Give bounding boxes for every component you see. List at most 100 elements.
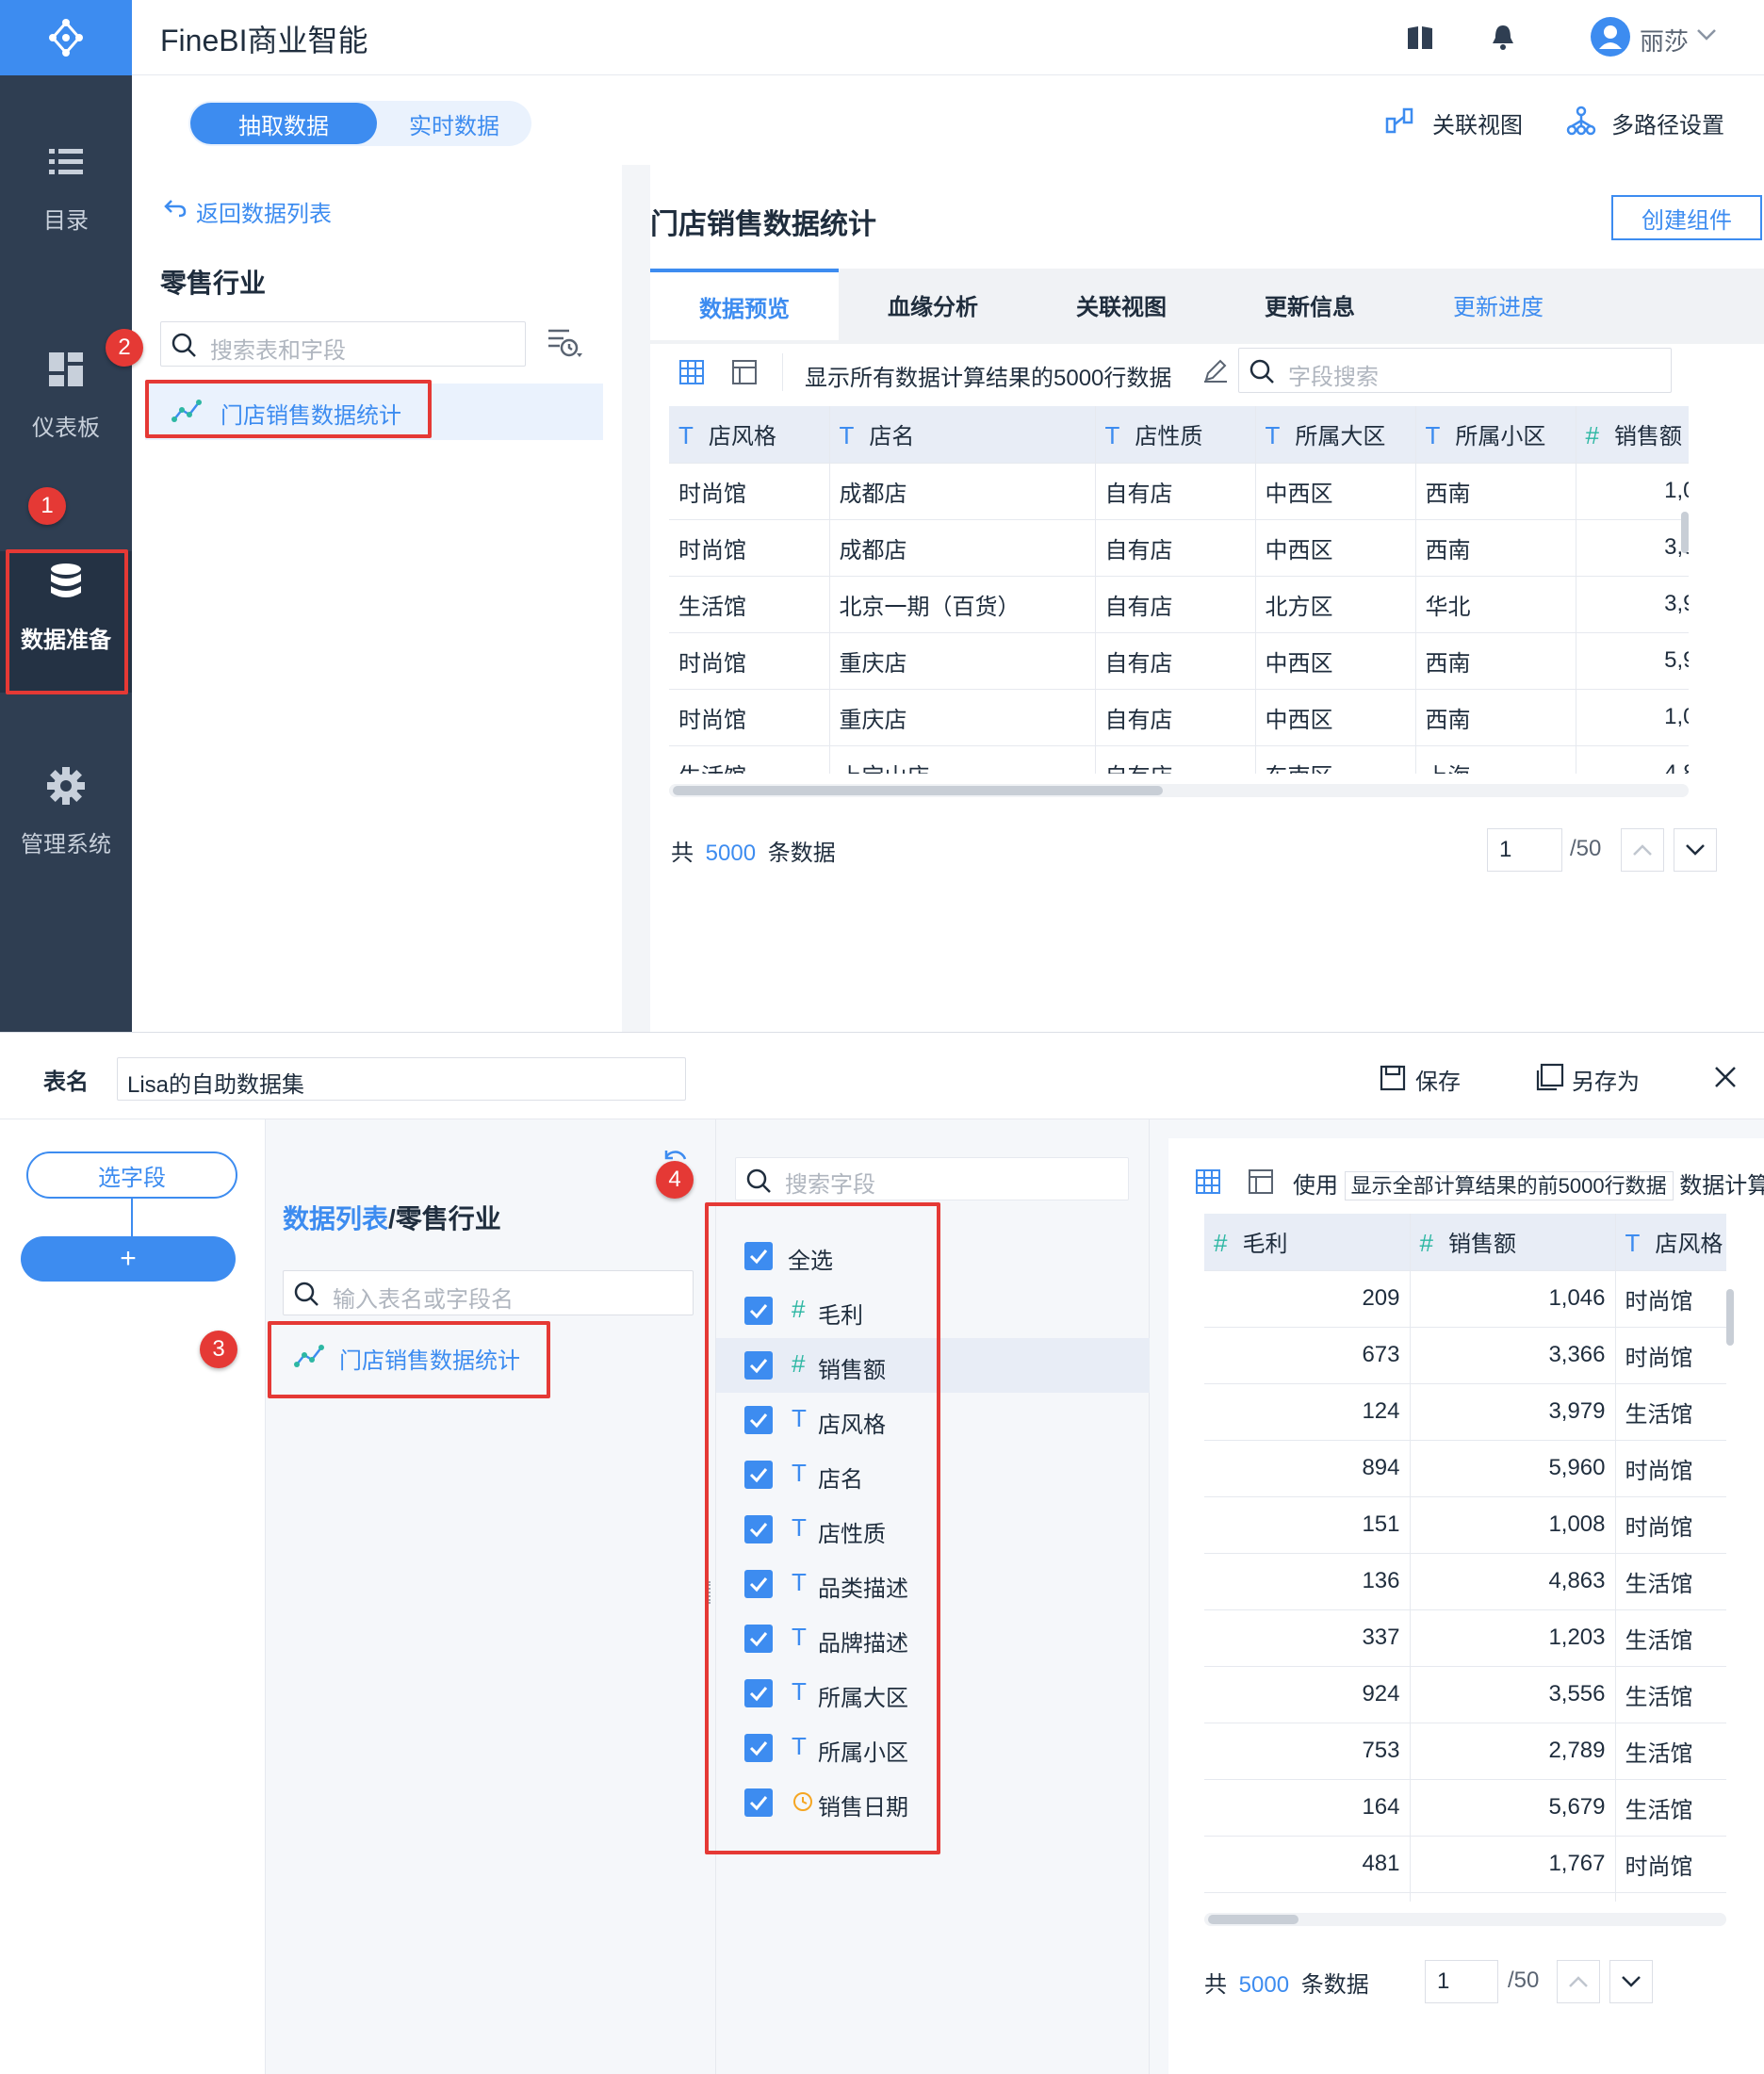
number-type-icon: # [1419,1229,1433,1258]
table-row[interactable]: 924 3,556 生活馆 [1204,1666,1726,1723]
table-row[interactable]: 164 5,679 生活馆 [1204,1779,1726,1837]
segment-extract[interactable]: 抽取数据 [190,103,377,144]
relation-view-button[interactable]: 关联视图 [1432,106,1523,139]
nav-item-admin[interactable]: 管理系统 [0,765,132,916]
table-name-input[interactable]: Lisa的自助数据集 [117,1057,686,1101]
column-header[interactable]: T 店名 [829,406,1096,464]
table-row[interactable]: 481 1,767 时尚馆 [1204,1836,1726,1893]
column-header[interactable]: T 店性质 [1095,406,1256,464]
back-arrow-icon [164,200,187,218]
layout-view-icon[interactable] [1248,1168,1274,1195]
nav-item-catalog[interactable]: 目录 [0,141,132,292]
table-cell: 1,0 [1576,689,1689,746]
table-row[interactable]: 124 3,979 生活馆 [1204,1383,1726,1441]
table-cell: 151 [1204,1496,1411,1554]
relation-view-icon [1385,107,1413,134]
table-row[interactable]: 209 1,046 时尚馆 [1204,1270,1726,1328]
tab-update-progress[interactable]: 更新进度 [1404,269,1592,340]
edit-pencil-icon[interactable] [1202,357,1229,384]
table-row[interactable]: 时尚馆重庆店自有店中西区西南1,0 [669,689,1689,746]
select-fields-step[interactable]: 选字段 [26,1151,237,1199]
table-row[interactable]: 生活馆上宝山店自有店东南区上海4,8 [669,745,1689,774]
next-page-button[interactable] [1674,828,1717,872]
vertical-scrollbar[interactable] [1726,1289,1734,1346]
total-pages: /50 [1508,1968,1540,1993]
tab-lineage[interactable]: 血缘分析 [839,269,1027,340]
nav-label: 管理系统 [21,832,111,857]
page-input[interactable]: 1 [1487,828,1562,872]
dataset-topbar: 表名 Lisa的自助数据集 保存 另存为 [0,1033,1764,1119]
table-row[interactable]: 673 3,366 时尚馆 [1204,1327,1726,1384]
table-cell: 东南区 [1255,745,1416,774]
table-row[interactable]: 753 2,789 生活馆 [1204,1723,1726,1780]
segment-realtime[interactable]: 实时数据 [377,101,531,146]
column-header[interactable]: # 销售额 [1410,1214,1616,1271]
table-cell: 成都店 [829,463,1096,520]
scroll-thumb[interactable] [1208,1915,1298,1924]
page-input[interactable]: 1 [1425,1960,1498,2003]
mode-select[interactable]: 显示全部计算结果的前5000行数据 [1344,1171,1674,1200]
prev-page-button[interactable] [1557,1960,1600,2003]
create-component-button[interactable]: 创建组件 [1611,195,1762,240]
table-row[interactable]: 151 1,008 时尚馆 [1204,1496,1726,1554]
column-header[interactable]: T 店风格 [1615,1214,1726,1271]
column-header[interactable]: # 销售额 [1576,406,1689,464]
app-logo[interactable] [0,0,132,75]
book-icon[interactable] [1406,24,1434,51]
table-cell: 中西区 [1255,632,1416,690]
column-header-label: 销售额 [1447,1232,1516,1258]
prev-page-button[interactable] [1621,828,1664,872]
table-cell: 上宝山店 [829,745,1096,774]
grid-view-icon[interactable] [678,359,705,385]
column-header[interactable]: # 毛利 [1204,1214,1411,1271]
avatar[interactable] [1591,17,1630,57]
horizontal-scrollbar[interactable] [1204,1913,1726,1926]
tab-data-preview[interactable]: 数据预览 [650,269,839,340]
breadcrumb-link[interactable]: 数据列表 [283,1204,388,1233]
field-search-input[interactable]: 搜索字段 [735,1157,1129,1200]
table-search-input[interactable]: 搜索表和字段 [160,321,526,367]
table-cell: 时尚馆 [1615,1440,1726,1497]
tab-update-info[interactable]: 更新信息 [1216,269,1404,340]
chevron-down-icon[interactable] [1696,28,1717,41]
tab-relation-view[interactable]: 关联视图 [1027,269,1216,340]
table-row[interactable]: 时尚馆成都店自有店中西区西南1,0 [669,463,1689,520]
table-row[interactable]: 894 5,960 时尚馆 [1204,1440,1726,1497]
field-search-input[interactable]: 字段搜索 [1238,348,1672,393]
save-as-button[interactable]: 另存为 [1572,1063,1640,1096]
mode-suffix: 数据计算 [1679,1173,1764,1199]
gear-icon [47,767,85,805]
column-header[interactable]: T 所属大区 [1255,406,1416,464]
table-cell: 3,9 [1576,576,1689,633]
table-row[interactable]: 时尚馆重庆店自有店中西区西南5,9 [669,632,1689,690]
table-search-input[interactable]: 输入表名或字段名 [283,1270,694,1315]
table-row[interactable]: 5581,758生活馆 [1204,1892,1726,1902]
column-header[interactable]: T 店风格 [669,406,830,464]
save-icon [1380,1065,1406,1091]
bell-icon[interactable] [1491,23,1515,51]
nav-item-dashboard[interactable]: 仪表板 [0,349,132,499]
table-cell: 自有店 [1095,576,1256,633]
save-button[interactable]: 保存 [1415,1063,1461,1096]
table-cell: 时尚馆 [669,519,830,577]
close-icon[interactable] [1713,1065,1738,1089]
next-page-button[interactable] [1609,1960,1653,2003]
column-header[interactable]: T 所属小区 [1415,406,1576,464]
grid-view-icon[interactable] [1195,1168,1221,1195]
table-row[interactable]: 时尚馆成都店自有店中西区西南3,3 [669,519,1689,577]
multipath-settings-button[interactable]: 多路径设置 [1611,106,1724,139]
user-name[interactable]: 丽莎 [1640,23,1689,57]
add-step-button[interactable]: + [21,1236,236,1282]
splitter-handle[interactable] [709,1581,712,1604]
horizontal-scrollbar[interactable] [669,784,1689,797]
table-cell: 生活馆 [669,745,830,774]
table-row[interactable]: 337 1,203 生活馆 [1204,1609,1726,1667]
filter-sort-icon[interactable] [547,327,584,361]
vertical-scrollbar[interactable] [1681,512,1689,553]
scroll-thumb[interactable] [673,786,1163,795]
table-row[interactable]: 136 4,863 生活馆 [1204,1553,1726,1610]
table-row[interactable]: 生活馆北京一期（百货）自有店北方区华北3,9 [669,576,1689,633]
back-to-list-link[interactable]: 返回数据列表 [196,195,332,228]
data-list-pane: 返回数据列表 零售行业 搜索表和字段 门店销售数据统计 2 [106,165,622,1032]
layout-view-icon[interactable] [731,359,758,385]
